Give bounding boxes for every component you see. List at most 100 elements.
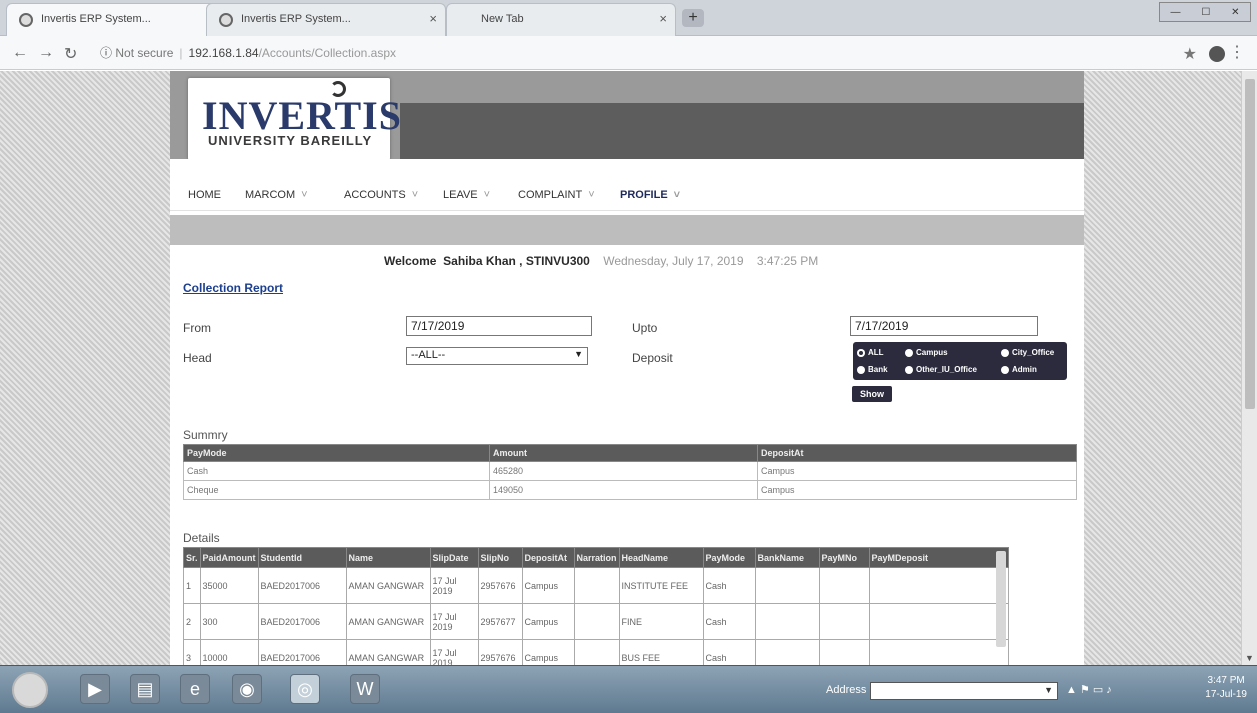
table-row: 2 300 BAED2017006 AMAN GANGWAR 17 Jul 20… — [183, 603, 1010, 640]
logo-line-1: INVERTIS — [202, 93, 402, 138]
main-menu: HOME MARCOM ˅ ACCOUNTS ˅ LEAVE ˅ COMPLAINT ˅… — [170, 159, 1084, 211]
browser-tab-2[interactable]: Invertis ERP System... × — [206, 3, 446, 36]
table-cell: Cash — [183, 461, 490, 481]
extension-icon[interactable] — [1209, 46, 1225, 62]
internet-explorer-icon[interactable]: e — [180, 674, 210, 704]
media-player-icon[interactable]: ▶ — [80, 674, 110, 704]
back-arrow-icon[interactable]: ← — [12, 44, 28, 62]
table-cell — [868, 567, 1010, 604]
url-host: 192.168.1.84 — [188, 46, 259, 60]
tab-title: Invertis ERP System... — [41, 13, 151, 25]
page-scrollbar[interactable]: ▼ — [1241, 71, 1257, 665]
window-controls: — ☐ ✕ — [1159, 2, 1251, 22]
table-cell: 2957677 — [477, 603, 523, 640]
table-cell: Cash — [702, 567, 756, 604]
head-select[interactable]: --ALL-- ▼ — [406, 347, 588, 365]
menu-item-profile[interactable]: PROFILE ˅ — [620, 189, 680, 201]
address-toolbar-input[interactable]: ▼ — [870, 682, 1058, 700]
reload-icon[interactable]: ↻ — [64, 44, 77, 64]
radio-admin[interactable]: Admin — [1001, 365, 1037, 374]
table-cell: Campus — [521, 603, 575, 640]
address-bar[interactable]: ⓘ Not secure | 192.168.1.84/Accounts/Colle… — [100, 44, 396, 61]
site-favicon-icon — [219, 13, 233, 27]
clock-date: 17-Jul-19 — [1205, 689, 1247, 700]
firefox-icon[interactable]: ◉ — [232, 674, 262, 704]
word-icon[interactable]: W — [350, 674, 380, 704]
browser-tab-3[interactable]: New Tab × — [446, 3, 676, 36]
deposit-label: Deposit — [632, 351, 673, 365]
radio-bank[interactable]: Bank — [857, 365, 888, 374]
chevron-down-icon: ˅ — [411, 189, 419, 201]
menu-item-marcom[interactable]: MARCOM ˅ — [245, 189, 308, 201]
table-cell — [754, 603, 820, 640]
column-header: DepositAt — [521, 547, 575, 568]
chevron-down-icon: ˅ — [588, 189, 595, 201]
maximize-icon[interactable]: ☐ — [1201, 7, 1210, 18]
menu-item-accounts[interactable]: ACCOUNTS ˅ — [344, 189, 418, 201]
table-header-row: PayMode Amount DepositAt — [183, 444, 1077, 462]
table-cell: 1 — [183, 567, 201, 604]
chrome-icon[interactable]: ◎ — [290, 674, 320, 704]
table-cell: BAED2017006 — [257, 567, 347, 604]
summary-title: Summry — [183, 428, 228, 442]
logo-line-2: UNIVERSITY BAREILLY — [208, 133, 373, 148]
column-header: Amount — [489, 444, 758, 462]
system-tray[interactable]: ▲ ⚑ ▭ ♪ — [1066, 683, 1112, 696]
from-date-input[interactable] — [406, 316, 592, 336]
table-cell — [868, 603, 1010, 640]
welcome-time: 3:47:25 PM — [756, 254, 819, 268]
table-cell: 149050 — [489, 480, 758, 500]
radio-other-iu-office[interactable]: Other_IU_Office — [905, 365, 977, 374]
bookmark-star-icon[interactable]: ★ — [1183, 44, 1197, 64]
column-header: SlipDate — [429, 547, 479, 568]
address-toolbar-label: Address — [826, 684, 867, 696]
column-header: Narration — [573, 547, 620, 568]
clock-time: 3:47 PM — [1207, 675, 1245, 686]
info-icon[interactable]: ⓘ — [100, 46, 112, 60]
table-cell: AMAN GANGWAR — [345, 567, 431, 604]
table-cell: BAED2017006 — [257, 603, 347, 640]
browser-tab-strip: Invertis ERP System... × Invertis ERP Sy… — [0, 0, 1257, 36]
university-logo[interactable]: INVERTIS UNIVERSITY BAREILLY — [188, 78, 401, 160]
header-band — [400, 103, 1084, 159]
page-title[interactable]: Collection Report — [183, 281, 283, 295]
table-cell: 2 — [183, 603, 201, 640]
menu-item-leave[interactable]: LEAVE ˅ — [443, 189, 490, 201]
table-cell — [818, 567, 870, 604]
table-cell: Campus — [757, 480, 1077, 500]
file-explorer-icon[interactable]: ▤ — [130, 674, 160, 704]
table-cell: 17 Jul 2019 — [429, 603, 479, 640]
dropdown-arrow-icon[interactable]: ▼ — [1044, 685, 1053, 695]
table-cell: Campus — [521, 567, 575, 604]
scroll-down-icon[interactable]: ▼ — [1245, 653, 1254, 663]
close-tab-icon[interactable]: × — [429, 11, 437, 26]
menu-kebab-icon[interactable]: ⋮ — [1229, 42, 1245, 62]
table-cell: 2957676 — [477, 567, 523, 604]
table-cell: Campus — [757, 461, 1077, 481]
menu-item-home[interactable]: HOME — [188, 189, 221, 201]
chevron-down-icon: ˅ — [483, 189, 491, 201]
table-cell: 300 — [199, 603, 259, 640]
column-header: HeadName — [618, 547, 704, 568]
column-header: PaidAmount — [199, 547, 259, 568]
minimize-icon[interactable]: — — [1170, 7, 1180, 18]
details-scrollbar[interactable] — [996, 551, 1006, 647]
new-tab-button[interactable]: + — [682, 9, 704, 27]
column-header: Sr. — [183, 547, 201, 568]
upto-label: Upto — [632, 321, 658, 335]
close-window-icon[interactable]: ✕ — [1231, 7, 1239, 18]
taskbar-clock[interactable]: 3:47 PM 17-Jul-19 — [1205, 674, 1247, 702]
upto-date-input[interactable] — [850, 316, 1038, 336]
radio-city-office[interactable]: City_Office — [1001, 348, 1054, 357]
menu-item-complaint[interactable]: COMPLAINT ˅ — [518, 189, 595, 201]
start-button[interactable] — [12, 672, 48, 708]
show-button[interactable]: Show — [852, 386, 892, 402]
table-row: Cash 465280 Campus — [183, 461, 1077, 481]
forward-arrow-icon[interactable]: → — [38, 44, 54, 62]
radio-icon — [1001, 365, 1009, 374]
security-label: Not secure — [115, 46, 174, 60]
radio-all[interactable]: ALL — [857, 348, 884, 357]
radio-campus[interactable]: Campus — [905, 348, 948, 357]
scrollbar-thumb[interactable] — [1245, 79, 1255, 409]
close-tab-icon[interactable]: × — [659, 11, 667, 26]
